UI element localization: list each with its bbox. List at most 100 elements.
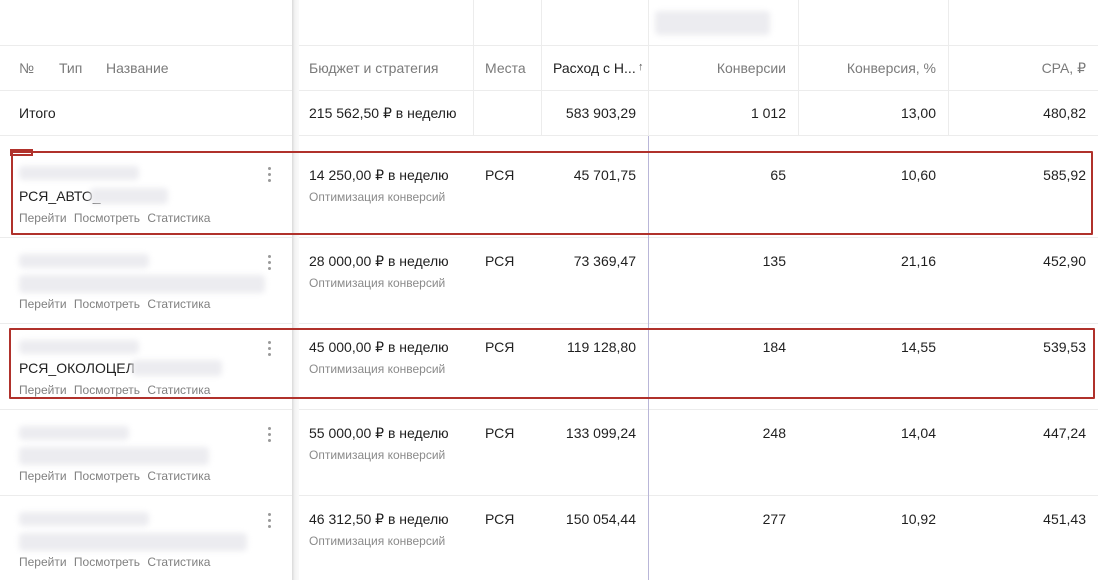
stats-link[interactable]: Статистика bbox=[147, 469, 210, 483]
view-link[interactable]: Посмотреть bbox=[74, 383, 140, 397]
sort-ascending-icon[interactable]: ↑ bbox=[638, 61, 644, 73]
go-link[interactable]: Перейти bbox=[19, 297, 67, 311]
view-link[interactable]: Посмотреть bbox=[74, 297, 140, 311]
stats-link[interactable]: Статистика bbox=[147, 555, 210, 569]
total-conversion-pct-cell: 13,00 bbox=[798, 91, 948, 135]
annotation-mark bbox=[10, 149, 33, 156]
header-budget: Бюджет и стратегия bbox=[309, 60, 439, 76]
redacted-campaign-id bbox=[19, 340, 139, 354]
redacted-campaign-id bbox=[19, 512, 149, 526]
kebab-menu-icon[interactable] bbox=[268, 513, 272, 528]
total-conversions-cell: 1 012 bbox=[648, 91, 798, 135]
stats-link[interactable]: Статистика bbox=[147, 297, 210, 311]
spend-value: 150 054,44 bbox=[565, 511, 636, 527]
kebab-menu-icon[interactable] bbox=[268, 341, 272, 356]
table-row: РСЯ_ОКОЛОЦЕЛ Перейти Посмотреть Статисти… bbox=[0, 324, 1098, 410]
redacted-campaign-name-suffix bbox=[132, 360, 222, 376]
campaign-table: № Тип Название Бюджет и стратегия Места … bbox=[0, 0, 1098, 580]
places-value: РСЯ bbox=[485, 511, 515, 527]
go-link[interactable]: Перейти bbox=[19, 555, 67, 569]
spend-column-marker bbox=[648, 136, 649, 580]
conversions-value: 277 bbox=[762, 511, 786, 527]
campaign-name[interactable]: РСЯ_ОКОЛОЦЕЛ bbox=[19, 360, 135, 376]
go-link[interactable]: Перейти bbox=[19, 383, 67, 397]
table-row: РСЯ_АВТО_ Перейти Посмотреть Статистика … bbox=[0, 150, 1098, 238]
row-actions: Перейти Посмотреть Статистика bbox=[19, 211, 214, 225]
total-spend-cell: 583 903,29 bbox=[541, 91, 648, 135]
redacted-campaign-id bbox=[19, 426, 129, 440]
redacted-campaign-name bbox=[19, 533, 247, 551]
column-divider bbox=[948, 0, 949, 136]
redacted-period-label bbox=[655, 11, 770, 35]
conversions-value: 248 bbox=[762, 425, 786, 441]
stats-link[interactable]: Статистика bbox=[147, 383, 210, 397]
header-conversion-pct: Конверсия, % bbox=[846, 60, 936, 76]
header-number[interactable]: № bbox=[19, 60, 34, 76]
total-conversions: 1 012 bbox=[750, 105, 786, 121]
row-actions: Перейти Посмотреть Статистика bbox=[19, 469, 214, 483]
redacted-campaign-name bbox=[19, 447, 209, 465]
go-link[interactable]: Перейти bbox=[19, 211, 67, 225]
cpa-value: 452,90 bbox=[1043, 253, 1086, 269]
kebab-menu-icon[interactable] bbox=[268, 255, 272, 270]
cpa-value: 451,43 bbox=[1043, 511, 1086, 527]
view-link[interactable]: Посмотреть bbox=[74, 469, 140, 483]
strategy-value: Оптимизация конверсий bbox=[309, 276, 446, 290]
header-places-cell[interactable]: Места bbox=[473, 46, 541, 91]
cpa-value: 585,92 bbox=[1043, 167, 1086, 183]
header-conversions-cell[interactable]: Конверсии bbox=[648, 46, 798, 91]
spend-value: 133 099,24 bbox=[565, 425, 636, 441]
strategy-value: Оптимизация конверсий bbox=[309, 190, 446, 204]
header-cpa-cell[interactable]: CPA, ₽ bbox=[948, 46, 1098, 91]
conversions-value: 135 bbox=[762, 253, 786, 269]
conversion-pct-value: 10,92 bbox=[900, 511, 936, 527]
conversions-value: 184 bbox=[762, 339, 786, 355]
table-row: Перейти Посмотреть Статистика 28 000,00 … bbox=[0, 238, 1098, 324]
strategy-value: Оптимизация конверсий bbox=[309, 448, 446, 462]
header-conversion-pct-cell[interactable]: Конверсия, % bbox=[798, 46, 948, 91]
budget-value: 45 000,00 ₽ в неделю bbox=[309, 339, 449, 355]
kebab-menu-icon[interactable] bbox=[268, 167, 272, 182]
budget-value: 14 250,00 ₽ в неделю bbox=[309, 167, 449, 183]
group-header-row bbox=[0, 0, 1098, 46]
go-link[interactable]: Перейти bbox=[19, 469, 67, 483]
spend-value: 73 369,47 bbox=[573, 253, 636, 269]
redacted-campaign-id bbox=[19, 166, 139, 180]
cpa-value: 447,24 bbox=[1043, 425, 1086, 441]
header-name[interactable]: Название bbox=[106, 60, 169, 76]
budget-value: 28 000,00 ₽ в неделю bbox=[309, 253, 449, 269]
conversion-pct-value: 14,55 bbox=[900, 339, 936, 355]
conversion-pct-value: 21,16 bbox=[900, 253, 936, 269]
total-budget-cell: 215 562,50 ₽ в неделю bbox=[299, 91, 473, 135]
spend-value: 119 128,80 bbox=[566, 339, 636, 355]
places-value: РСЯ bbox=[485, 253, 515, 269]
header-name-cell: № Тип Название bbox=[0, 46, 292, 91]
redacted-campaign-name bbox=[19, 275, 265, 293]
total-label: Итого bbox=[19, 105, 56, 121]
view-link[interactable]: Посмотреть bbox=[74, 211, 140, 225]
frozen-column-shadow bbox=[292, 0, 299, 580]
total-spend: 583 903,29 bbox=[565, 105, 636, 121]
conversions-value: 65 bbox=[770, 167, 786, 183]
header-budget-cell[interactable]: Бюджет и стратегия bbox=[299, 46, 473, 91]
stats-link[interactable]: Статистика bbox=[147, 211, 210, 225]
header-type[interactable]: Тип bbox=[59, 60, 82, 76]
view-link[interactable]: Посмотреть bbox=[74, 555, 140, 569]
table-row: Перейти Посмотреть Статистика 46 312,50 … bbox=[0, 496, 1098, 580]
kebab-menu-icon[interactable] bbox=[268, 427, 272, 442]
strategy-value: Оптимизация конверсий bbox=[309, 362, 446, 376]
header-spend: Расход с Н... bbox=[553, 60, 636, 76]
total-cpa-cell: 480,82 bbox=[948, 91, 1098, 135]
column-divider bbox=[798, 0, 799, 136]
conversion-pct-value: 10,60 bbox=[900, 167, 936, 183]
total-conversion-pct: 13,00 bbox=[900, 105, 936, 121]
row-actions: Перейти Посмотреть Статистика bbox=[19, 297, 214, 311]
column-divider bbox=[648, 0, 649, 136]
row-actions: Перейти Посмотреть Статистика bbox=[19, 555, 214, 569]
conversion-pct-value: 14,04 bbox=[900, 425, 936, 441]
row-actions: Перейти Посмотреть Статистика bbox=[19, 383, 214, 397]
header-spend-cell[interactable]: Расход с Н... ↑ bbox=[541, 46, 648, 91]
budget-value: 46 312,50 ₽ в неделю bbox=[309, 511, 449, 527]
campaign-name[interactable]: РСЯ_АВТО_ bbox=[19, 188, 101, 204]
header-conversions: Конверсии bbox=[716, 60, 786, 76]
